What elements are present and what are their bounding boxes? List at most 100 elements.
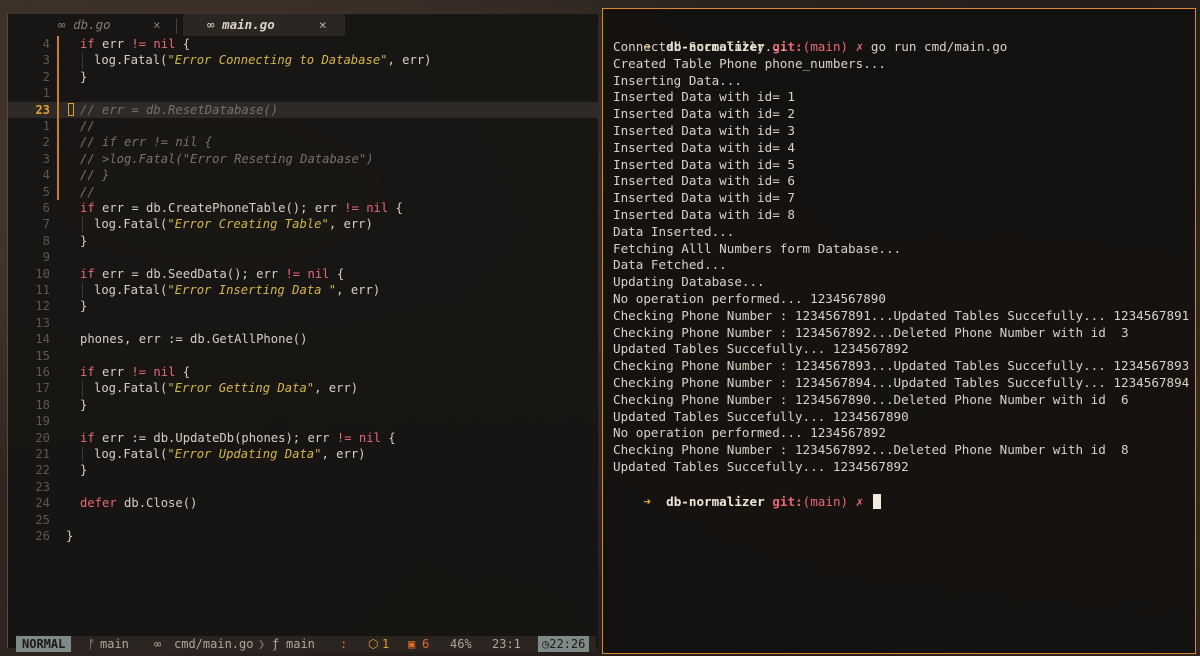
- code-line[interactable]: 9: [8, 249, 598, 265]
- tab-label: db.go: [73, 17, 111, 32]
- code-line[interactable]: 10 if err = db.SeedData(); err != nil {: [8, 266, 598, 282]
- git-change-marker: [57, 183, 59, 200]
- line-number: 23: [35, 102, 50, 117]
- code-token: "Error Inserting Data ": [167, 283, 337, 297]
- terminal-output-line: Checking Phone Number : 1234567892...Del…: [613, 442, 1129, 458]
- line-number: 23: [35, 479, 50, 494]
- prompt-line: ➜ db-normalizer git:(main) ✗ go run cmd/…: [613, 21, 1007, 54]
- code-line[interactable]: 26}: [8, 528, 598, 544]
- code-line[interactable]: 17 log.Fatal("Error Getting Data", err): [8, 380, 598, 397]
- indent-guide: [82, 380, 83, 397]
- code-token: err: [94, 365, 132, 379]
- code-token: !=: [336, 430, 352, 445]
- terminal-output-line: Connected Succefully...: [613, 39, 788, 54]
- tab-main-go[interactable]: ∞ main.go ×: [183, 14, 345, 36]
- code-line[interactable]: 1: [8, 85, 598, 102]
- line-number: 22: [35, 463, 50, 478]
- code-line[interactable]: 18}: [8, 397, 598, 413]
- prompt-line: ➜ db-normalizer git:(main) ✗: [613, 476, 881, 509]
- code-text: }: [80, 462, 87, 478]
- prompt-repo: db-normalizer: [666, 494, 765, 509]
- git-branch-icon: ᚠ: [88, 637, 96, 651]
- code-text: log.Fatal("Error Updating Data", err): [94, 446, 366, 462]
- code-line[interactable]: 24 defer db.Close(): [8, 495, 598, 511]
- editor-cursor: [68, 102, 74, 116]
- line-number: 7: [42, 217, 50, 232]
- code-token: err := db.UpdateDb(phones); err: [94, 430, 337, 445]
- code-token: }: [66, 529, 74, 543]
- line-number: 11: [35, 283, 50, 297]
- code-line[interactable]: 5 //: [8, 183, 598, 200]
- terminal-output-line: Inserted Data with id= 6: [613, 173, 795, 189]
- code-token: nil: [366, 201, 389, 215]
- code-token: {: [380, 430, 396, 445]
- line-number: 15: [35, 348, 50, 363]
- code-token: if: [80, 365, 95, 379]
- terminal-output-line: Updating Database...: [613, 274, 765, 290]
- terminal-cursor[interactable]: [872, 494, 881, 509]
- code-line[interactable]: 4 if err != nil {: [8, 36, 598, 53]
- code-line[interactable]: 2 // if err != nil {: [8, 134, 598, 151]
- code-token: }: [80, 299, 88, 314]
- code-token: }: [80, 397, 88, 412]
- code-line[interactable]: 21 log.Fatal("Error Updating Data", err): [8, 446, 598, 463]
- code-editor-pane[interactable]: ∞ db.go × ∞ main.go × 4 if err != nil {3 l…: [7, 14, 598, 652]
- code-line[interactable]: 20 if err := db.UpdateDb(phones); err != …: [8, 430, 598, 446]
- code-token: , err): [387, 53, 432, 68]
- code-line[interactable]: 16 if err != nil {: [8, 364, 598, 380]
- code-token: log.Fatal(: [94, 381, 168, 396]
- code-line[interactable]: 6 if err = db.CreatePhoneTable(); err != …: [8, 200, 598, 216]
- code-text: // }: [80, 167, 109, 183]
- code-line[interactable]: 12}: [8, 298, 598, 314]
- terminal-pane[interactable]: ➜ db-normalizer git:(main) ✗ go run cmd/…: [602, 8, 1196, 654]
- code-text: log.Fatal("Error Connecting to Database"…: [94, 52, 432, 68]
- code-line[interactable]: 15: [8, 348, 598, 364]
- code-token: {: [175, 37, 191, 51]
- code-line[interactable]: 23 // err = db.ResetDatabase(): [8, 101, 598, 118]
- code-line[interactable]: 25: [8, 512, 598, 528]
- line-number: 16: [35, 365, 50, 379]
- code-line[interactable]: 22}: [8, 462, 598, 478]
- tab-db-go[interactable]: ∞ db.go ×: [58, 14, 161, 36]
- line-number: 20: [35, 430, 50, 445]
- code-line[interactable]: 3 log.Fatal("Error Connecting to Database…: [8, 52, 598, 69]
- code-token: {: [388, 201, 403, 215]
- code-token: // >log.Fatal("Error Reseting Database"): [80, 151, 374, 166]
- line-number: 25: [35, 512, 50, 527]
- vim-mode-indicator: NORMAL: [16, 636, 72, 652]
- git-change-marker: [57, 118, 59, 135]
- git-change-marker: [57, 150, 59, 168]
- line-number: 5: [42, 184, 50, 199]
- code-line[interactable]: 2}: [8, 68, 598, 86]
- code-line[interactable]: 4 // }: [8, 167, 598, 184]
- close-icon[interactable]: ×: [153, 14, 161, 36]
- line-number: 21: [35, 447, 50, 461]
- terminal-output-line: Fetching Alll Numbers form Database...: [613, 240, 902, 256]
- code-line[interactable]: 13: [8, 315, 598, 331]
- terminal-output-line: Updated Tables Succefully... 1234567892: [613, 341, 909, 357]
- code-line[interactable]: 3 // >log.Fatal("Error Reseting Database"…: [8, 150, 598, 168]
- code-line[interactable]: 8}: [8, 233, 598, 249]
- error-icon: ▣: [408, 637, 416, 651]
- line-number: 2: [42, 135, 50, 150]
- code-token: phones, err := db.GetAllPhone(): [80, 332, 308, 347]
- clock-time: 22:26: [549, 637, 586, 651]
- git-change-marker: [57, 52, 59, 69]
- close-icon[interactable]: ×: [319, 14, 327, 36]
- line-number: 8: [42, 233, 50, 248]
- line-number: 18: [35, 397, 50, 412]
- code-text: }: [80, 69, 87, 85]
- code-line[interactable]: 23: [8, 479, 598, 495]
- buffer-tabbar: ∞ db.go × ∞ main.go ×: [8, 14, 598, 36]
- code-token: nil: [153, 365, 176, 379]
- code-line[interactable]: 19: [8, 413, 598, 429]
- code-line[interactable]: 14 phones, err := db.GetAllPhone(): [8, 331, 598, 347]
- code-line[interactable]: 1 //: [8, 118, 598, 135]
- code-line[interactable]: 11 log.Fatal("Error Inserting Data ", err…: [8, 282, 598, 299]
- code-text: // err = db.ResetDatabase(): [80, 102, 278, 118]
- code-token: nil: [307, 266, 330, 281]
- line-number: 17: [35, 381, 50, 396]
- code-token: nil: [153, 37, 176, 51]
- code-line[interactable]: 7 log.Fatal("Error Creating Table", err): [8, 216, 598, 233]
